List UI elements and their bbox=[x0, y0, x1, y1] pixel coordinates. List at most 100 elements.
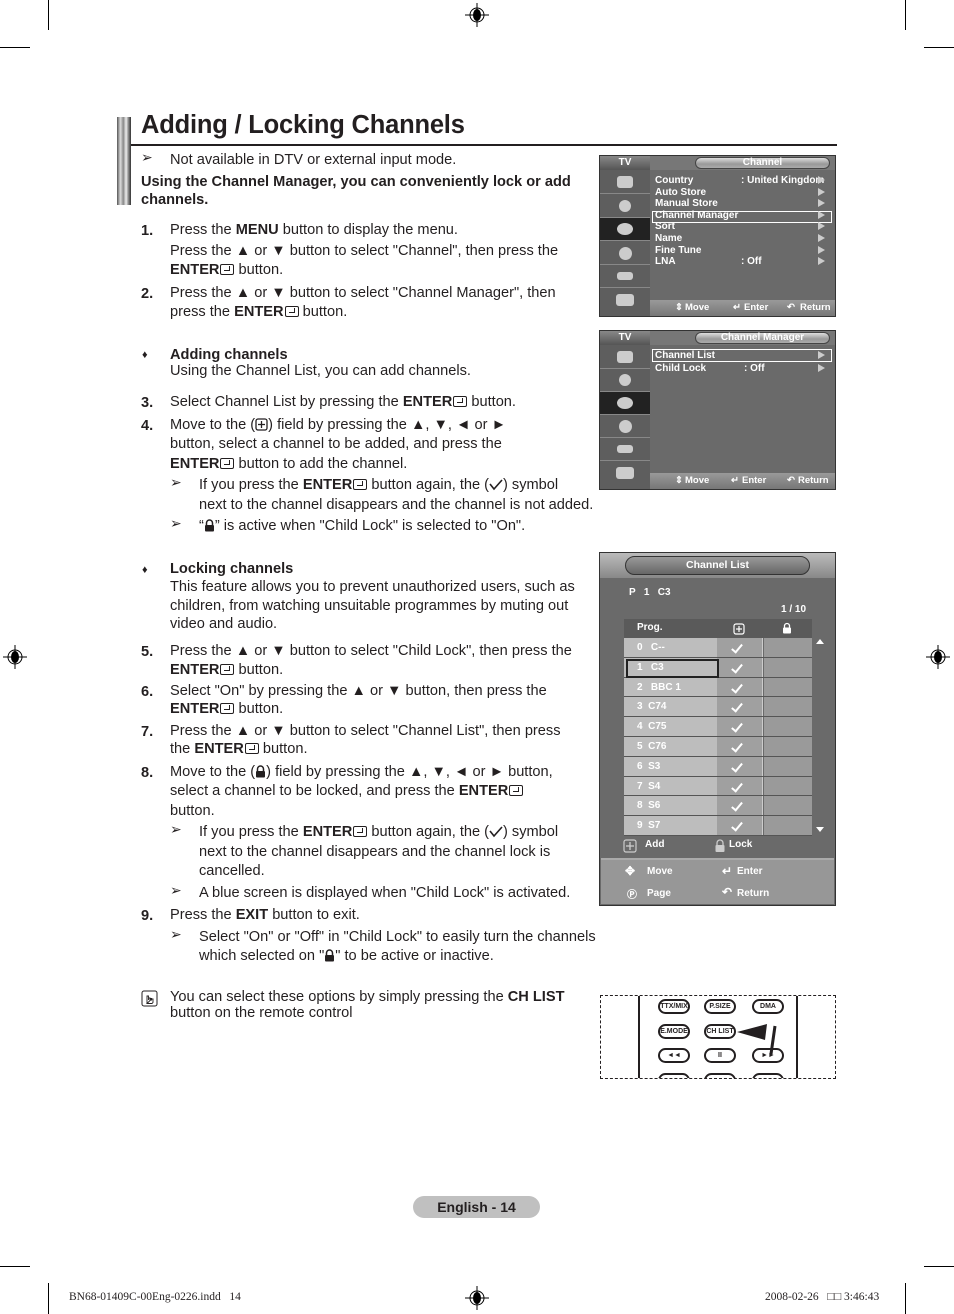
lock-cell[interactable] bbox=[764, 816, 812, 835]
channel-row[interactable]: 7 S4 bbox=[624, 776, 812, 797]
remote-button[interactable] bbox=[704, 1073, 736, 1078]
channel-menu-icon[interactable] bbox=[600, 392, 650, 415]
setup-menu-icon[interactable] bbox=[600, 415, 650, 438]
add-cell[interactable] bbox=[717, 717, 763, 736]
note-arrow-icon: ➢ bbox=[170, 926, 182, 942]
add-icon bbox=[623, 839, 637, 853]
lock-icon bbox=[783, 622, 791, 634]
remote-button-forward[interactable]: ►► bbox=[752, 1048, 784, 1063]
lock-cell[interactable] bbox=[764, 776, 812, 796]
remote-button-dma[interactable]: DMA bbox=[752, 999, 784, 1014]
move-icon: ⇕ bbox=[675, 302, 683, 313]
application-menu-icon[interactable] bbox=[600, 288, 650, 311]
channel-row[interactable]: 3 C74 bbox=[624, 697, 812, 718]
lock-cell[interactable] bbox=[764, 796, 812, 816]
step-number: 7. bbox=[141, 724, 154, 740]
menu-item-channel-manager[interactable]: Channel Manager bbox=[655, 210, 738, 222]
remote-button-pause[interactable]: II bbox=[704, 1048, 736, 1063]
input-menu-icon[interactable] bbox=[600, 265, 650, 288]
menu-item-value: : Off bbox=[741, 256, 762, 268]
application-menu-icon[interactable] bbox=[600, 461, 650, 484]
enter-label: Enter bbox=[737, 866, 763, 877]
menu-item-manual-store[interactable]: Manual Store bbox=[655, 198, 718, 210]
tip-text: button on the remote control bbox=[170, 1005, 353, 1021]
osd-header: Channel bbox=[650, 156, 835, 170]
menu-item-name[interactable]: Name bbox=[655, 233, 682, 245]
sound-menu-icon[interactable] bbox=[600, 369, 650, 392]
channel-row[interactable]: 6 S3 bbox=[624, 756, 812, 777]
remote-button-emode[interactable]: E.MODE bbox=[658, 1024, 690, 1039]
channel-row[interactable]: 4 C75 bbox=[624, 717, 812, 737]
channel-prog: 2 BBC 1 bbox=[624, 677, 717, 697]
picture-menu-icon[interactable] bbox=[600, 346, 650, 369]
enter-icon: ↵ bbox=[731, 475, 739, 486]
lock-cell[interactable] bbox=[764, 697, 812, 717]
diamond-bullet-icon: ♦ bbox=[142, 564, 148, 576]
remote-button-psize[interactable]: P.SIZE bbox=[704, 999, 736, 1014]
remote-button[interactable] bbox=[752, 1073, 784, 1078]
channel-menu-icon[interactable] bbox=[600, 218, 650, 241]
text: select a channel to be locked, and press… bbox=[170, 783, 459, 799]
menu-item-lna[interactable]: LNA bbox=[655, 256, 676, 268]
channel-row[interactable]: 1 C3 bbox=[624, 657, 812, 678]
remote-button[interactable] bbox=[658, 1073, 690, 1078]
add-cell[interactable] bbox=[717, 756, 763, 776]
remote-button-rewind[interactable]: ◄◄ bbox=[658, 1048, 690, 1063]
lock-cell[interactable] bbox=[764, 736, 812, 756]
section-desc: video and audio. bbox=[170, 616, 278, 632]
registration-mark-icon bbox=[465, 1286, 489, 1310]
add-cell[interactable] bbox=[717, 638, 763, 657]
menu-item-country[interactable]: Country bbox=[655, 175, 693, 187]
lock-cell[interactable] bbox=[764, 677, 812, 697]
registration-mark-icon bbox=[3, 645, 27, 669]
setup-menu-icon[interactable] bbox=[600, 242, 650, 265]
picture-menu-icon[interactable] bbox=[600, 171, 650, 194]
remote-button-ch-list[interactable]: CH LIST bbox=[704, 1024, 736, 1039]
channel-row[interactable]: 9 S7 bbox=[624, 816, 812, 836]
lock-cell[interactable] bbox=[764, 756, 812, 776]
add-cell[interactable] bbox=[717, 697, 763, 717]
lock-cell[interactable] bbox=[764, 657, 812, 677]
check-icon bbox=[731, 779, 743, 793]
menu-item-auto-store[interactable]: Auto Store bbox=[655, 187, 706, 199]
add-cell[interactable] bbox=[717, 736, 763, 756]
text: button. bbox=[467, 394, 516, 410]
menu-item-channel-list[interactable]: Channel List bbox=[655, 350, 715, 362]
osd-footer: ⇕ Move ↵ Enter ↶ Return bbox=[650, 300, 835, 316]
add-cell[interactable] bbox=[717, 796, 763, 816]
remote-button-ttxmix[interactable]: TTX/MIX bbox=[658, 999, 690, 1014]
menu-item-sort[interactable]: Sort bbox=[655, 221, 675, 233]
scroll-down-icon[interactable] bbox=[816, 827, 824, 832]
lock-icon bbox=[256, 765, 266, 778]
input-menu-icon[interactable] bbox=[600, 438, 650, 461]
add-cell[interactable] bbox=[717, 816, 763, 835]
text: Press the bbox=[170, 907, 236, 923]
key-label: ENTER bbox=[170, 456, 220, 472]
channel-row[interactable]: 0 C-- bbox=[624, 638, 812, 658]
channel-row[interactable]: 8 S6 bbox=[624, 796, 812, 817]
enter-icon bbox=[244, 743, 259, 754]
add-cell[interactable] bbox=[717, 677, 763, 697]
menu-item-fine-tune[interactable]: Fine Tune bbox=[655, 245, 701, 257]
channel-row[interactable]: 2 BBC 1 bbox=[624, 677, 812, 698]
step-number: 3. bbox=[141, 395, 154, 411]
channel-row[interactable]: 5 C76 bbox=[624, 736, 812, 757]
menu-item-child-lock[interactable]: Child Lock bbox=[655, 363, 706, 375]
osd-channel-manager-menu: TV Channel Manager Channel List Child Loc… bbox=[599, 330, 836, 490]
text: press the bbox=[170, 304, 235, 320]
add-legend: Add bbox=[645, 839, 665, 850]
step-text: Select Channel List by pressing the ENTE… bbox=[170, 393, 516, 413]
return-icon: ↶ bbox=[722, 885, 733, 899]
lock-cell[interactable] bbox=[764, 717, 812, 736]
add-cell[interactable] bbox=[717, 776, 763, 796]
enter-icon bbox=[220, 703, 235, 714]
sound-menu-icon[interactable] bbox=[600, 195, 650, 218]
lock-cell[interactable] bbox=[764, 638, 812, 657]
step-number: 4. bbox=[141, 418, 154, 434]
add-cell[interactable] bbox=[717, 657, 763, 677]
text: ) symbol bbox=[503, 824, 559, 840]
note-text: next to the channel disappears and the c… bbox=[199, 497, 594, 513]
osd-title: Channel bbox=[695, 157, 830, 169]
step-number: 9. bbox=[141, 908, 154, 924]
scroll-up-icon[interactable] bbox=[816, 639, 824, 644]
